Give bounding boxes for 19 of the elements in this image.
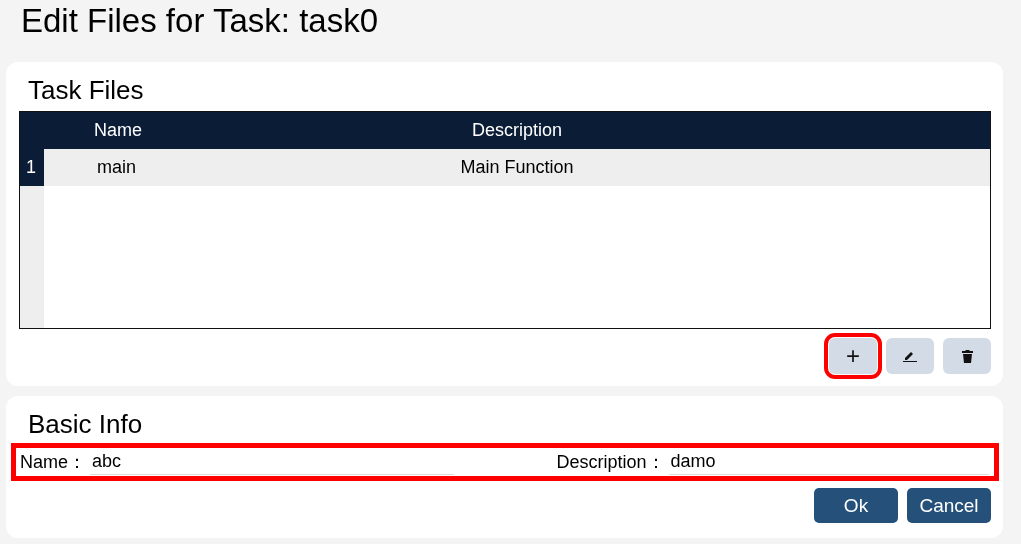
- edit-button[interactable]: [886, 338, 934, 374]
- field-label: Name：: [20, 451, 86, 474]
- section-heading: Basic Info: [27, 408, 143, 440]
- trash-icon: [961, 349, 973, 363]
- table-row[interactable]: 1 main Main Function: [20, 149, 990, 186]
- pencil-icon: [903, 350, 917, 362]
- column-header[interactable]: Description: [471, 120, 562, 141]
- field-label: Description：: [556, 451, 665, 474]
- section-heading: Task Files: [27, 74, 144, 106]
- page-title: Edit Files for Task: task0: [20, 1, 379, 41]
- row-number: 1: [20, 149, 44, 186]
- ok-button[interactable]: Ok: [814, 488, 898, 523]
- column-header[interactable]: Name: [94, 120, 142, 141]
- delete-button[interactable]: [943, 338, 991, 374]
- table-cell: main: [97, 157, 136, 178]
- table-cell: Main Function: [460, 157, 574, 178]
- cancel-button[interactable]: Cancel: [907, 488, 991, 523]
- input-field[interactable]: damo: [668, 449, 989, 475]
- input-field[interactable]: abc: [90, 449, 454, 475]
